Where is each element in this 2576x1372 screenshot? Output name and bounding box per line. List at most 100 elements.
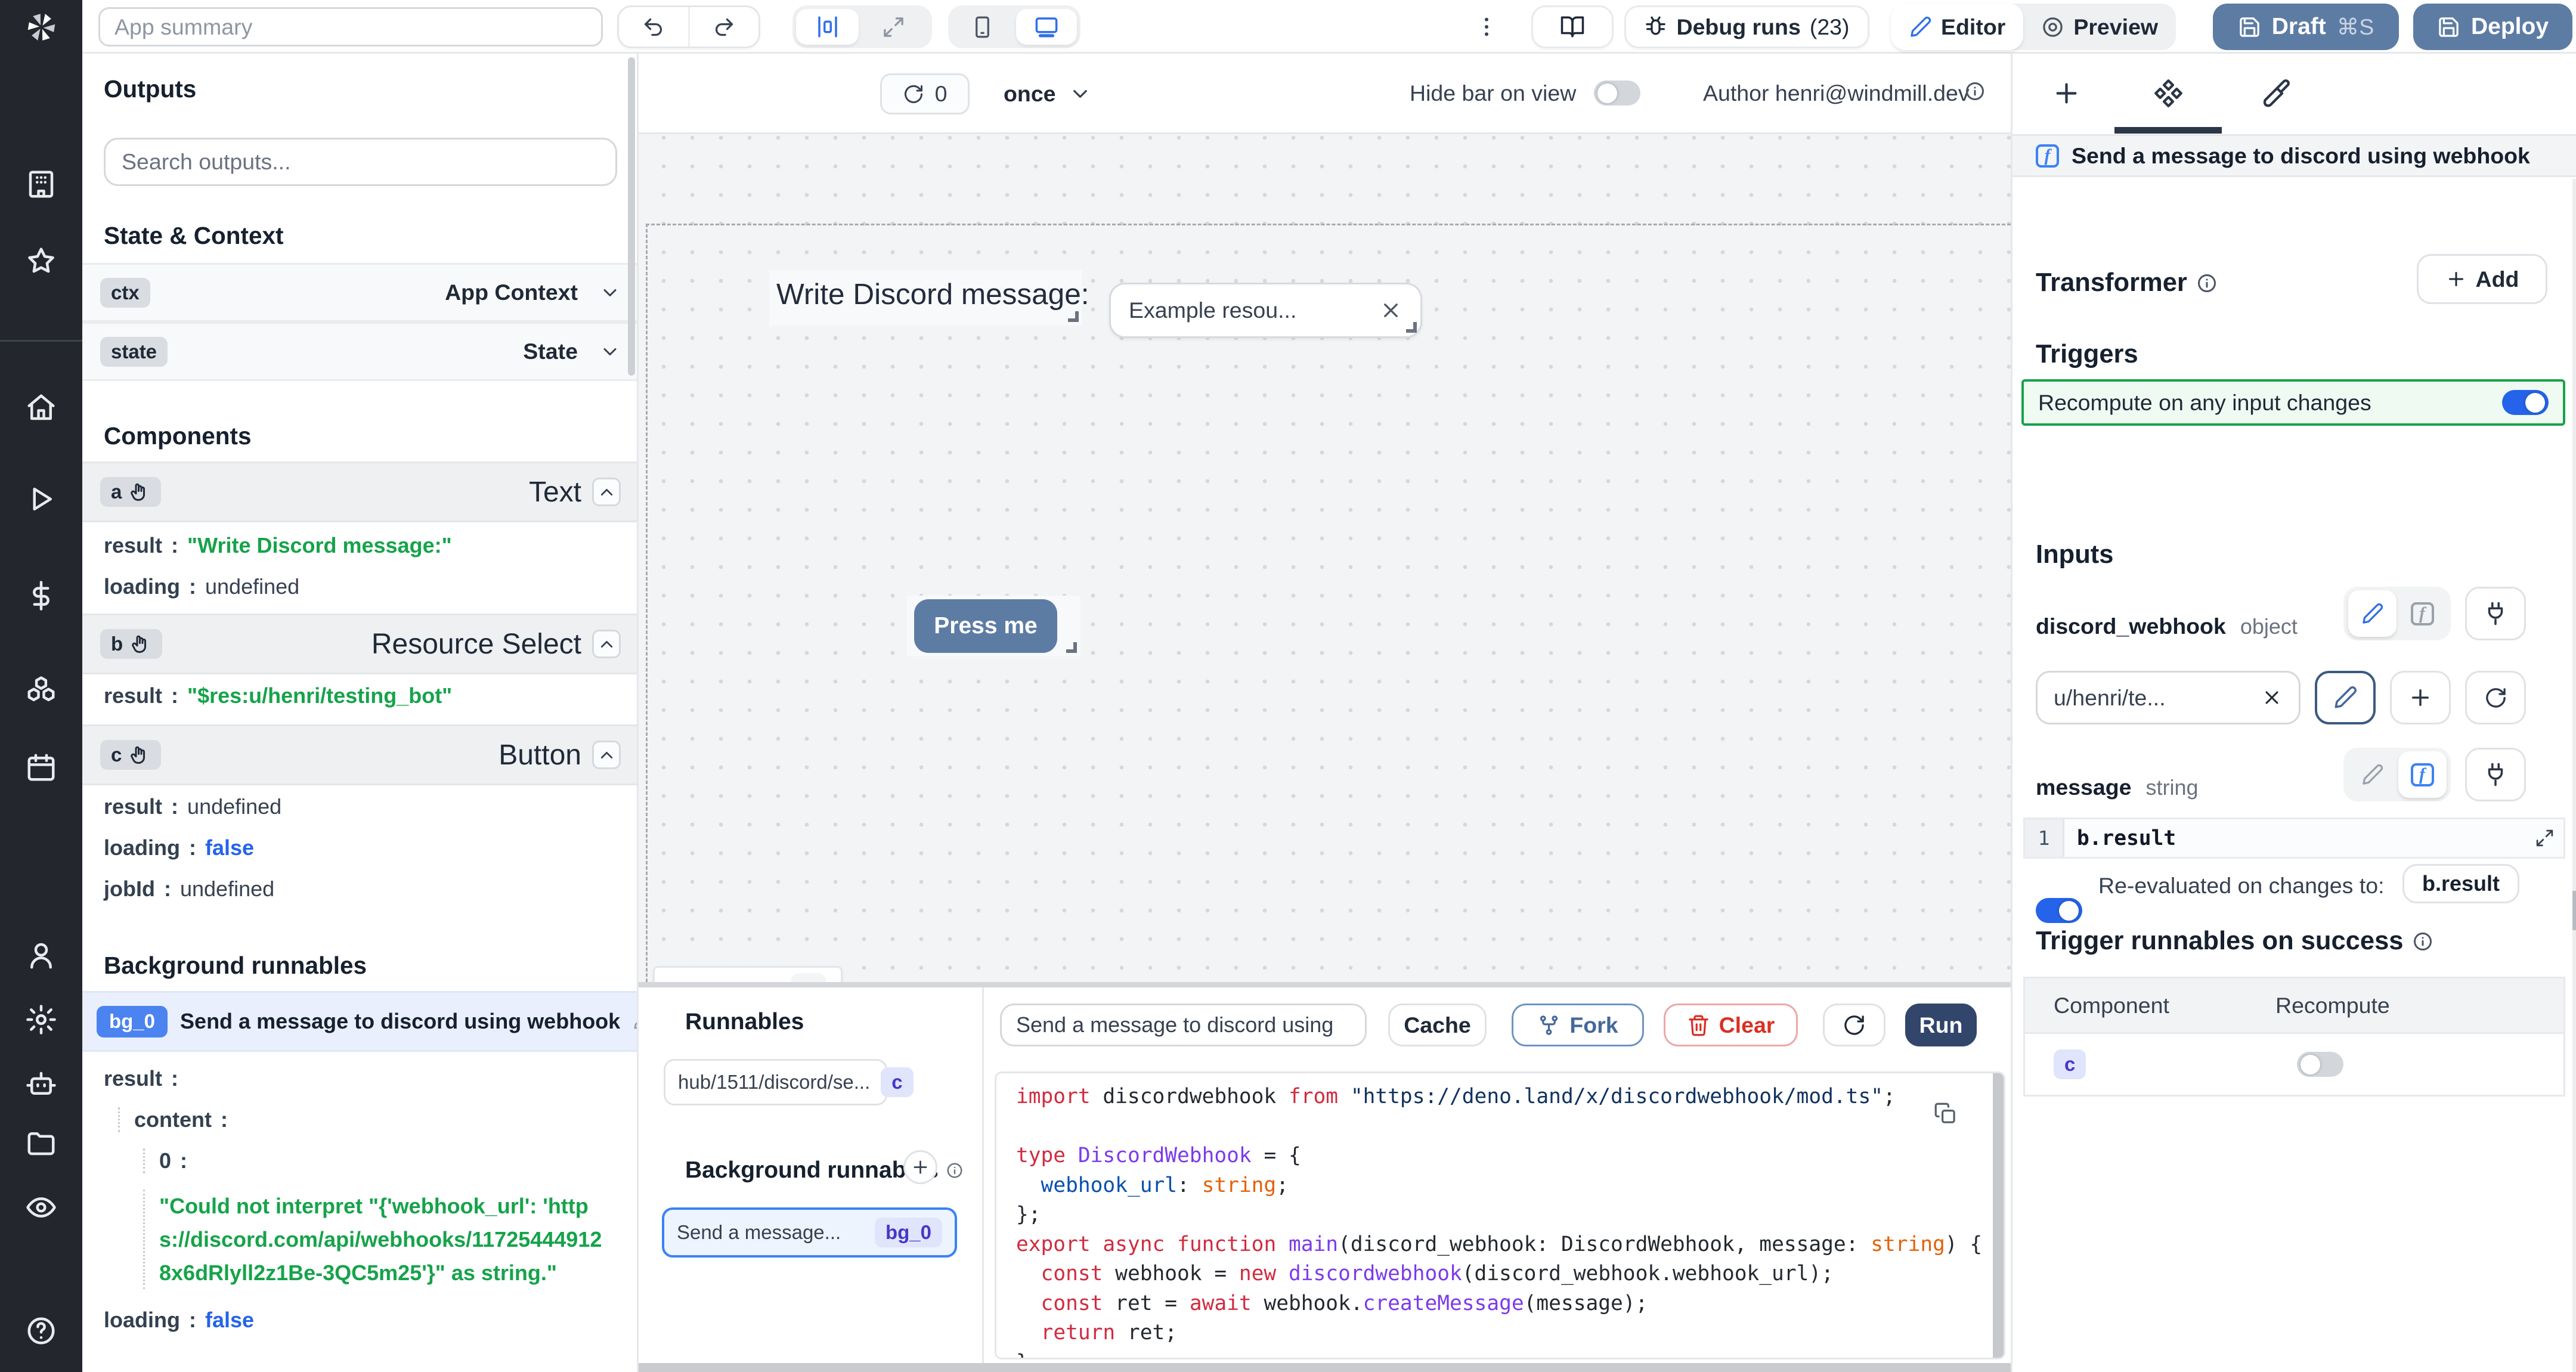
chevron-down-icon[interactable] [599,282,621,303]
copy-code-icon[interactable] [1934,1102,1957,1125]
static-mode-button[interactable] [2348,590,2397,637]
collapse-button[interactable] [592,630,621,658]
frequency-dropdown[interactable]: once [1004,73,1092,114]
output-kv: 0: [143,1148,196,1173]
horizontal-scrollbar[interactable] [639,1363,2011,1372]
press-me-button[interactable]: Press me [914,599,1057,653]
row-recompute-toggle[interactable] [2297,1052,2343,1077]
workspace-icon[interactable] [25,168,57,200]
redo-button[interactable] [690,7,759,47]
expand-editor-icon[interactable] [2535,828,2555,848]
favorites-icon[interactable] [25,245,57,277]
more-menu-icon[interactable] [1474,14,1499,39]
deploy-button[interactable]: Deploy [2413,4,2572,50]
code-line: } [1016,1348,1982,1360]
resize-handle[interactable] [1066,642,1077,653]
info-icon[interactable] [1964,80,1986,102]
code-vertical-scrollbar[interactable] [1993,1073,2004,1358]
docs-button[interactable] [1531,5,1614,48]
state-row[interactable]: state State [82,322,639,381]
dw-resource-select[interactable]: u/henri/te... [2036,671,2301,724]
sidebar-scrollbar[interactable] [628,57,635,376]
collapse-button[interactable] [592,741,621,769]
ctx-row[interactable]: ctx App Context [82,263,639,322]
edit-icon[interactable] [633,1012,639,1030]
cache-button[interactable]: Cache [1388,1004,1487,1046]
undo-button[interactable] [619,7,690,47]
component-a-header[interactable]: a Text [82,462,639,522]
expand-rail-icon[interactable] [25,1368,57,1372]
run-button[interactable]: Run [1905,1004,1977,1046]
runs-icon[interactable] [25,483,57,515]
resources-icon[interactable] [25,674,57,707]
info-icon[interactable] [2196,272,2218,294]
info-icon[interactable] [2412,931,2433,952]
clear-resource-icon[interactable] [2261,687,2283,708]
users-icon[interactable] [25,939,57,971]
msg-connect-button[interactable] [2465,748,2526,801]
hand-pointer-icon [129,744,150,766]
text-component[interactable]: Write Discord message: [769,270,1082,326]
msg-name: message [2036,775,2132,800]
mobile-view-button[interactable] [952,9,1013,45]
panel-scrollbar-track[interactable] [2572,179,2576,1372]
center-layout-button[interactable] [796,9,859,45]
refresh-result-button[interactable] [1823,1004,1885,1046]
collapse-button[interactable] [592,478,621,506]
script-name-input[interactable] [1000,1004,1367,1046]
audit-logs-icon[interactable] [25,1191,57,1224]
reeval-toggle[interactable] [2036,898,2082,923]
chevron-down-icon[interactable] [599,341,621,363]
runnable-item[interactable]: hub/1511/discord/se... c [664,1059,887,1105]
dw-refresh-button[interactable] [2465,671,2526,724]
resize-handle[interactable] [1406,322,1417,333]
resource-select-component[interactable]: Example resou... [1109,283,1422,338]
workers-icon[interactable] [25,1068,57,1100]
canvas-grid[interactable]: Write Discord message: Example resou... … [639,134,2011,987]
app-summary-input[interactable] [98,7,603,47]
home-icon[interactable] [25,392,57,424]
search-outputs-input[interactable] [104,138,617,186]
clear-selection-icon[interactable] [1379,299,1402,322]
fork-button[interactable]: Fork [1512,1004,1644,1046]
tab-preview[interactable]: Preview [2023,4,2176,50]
eval-mode-button[interactable]: f [2398,751,2447,798]
code-editor[interactable]: import discordwebhook from "https://deno… [995,1071,2005,1359]
desktop-view-button[interactable] [1016,9,1077,45]
panel-divider[interactable] [639,982,2011,987]
fullscreen-button[interactable] [862,9,925,45]
component-c-header[interactable]: c Button [82,724,639,785]
msg-expression-editor[interactable]: 1 b.result [2023,817,2565,859]
eval-mode-button[interactable]: f [2398,590,2447,637]
debug-runs-button[interactable]: Debug runs (23) [1624,5,1869,48]
draft-button[interactable]: Draft ⌘S [2213,4,2399,50]
component-b-header[interactable]: b Resource Select [82,614,639,674]
info-icon[interactable] [946,1162,964,1179]
panel-scrollbar-thumb[interactable] [2572,891,2576,930]
bg0-row[interactable]: bg_0 Send a message to discord using web… [82,991,639,1052]
tab-styling-icon[interactable] [2254,72,2297,114]
hide-bar-toggle[interactable] [1594,80,1640,106]
tab-insert-icon[interactable] [2045,72,2088,114]
dw-connect-button[interactable] [2465,587,2526,640]
static-mode-button[interactable] [2348,751,2397,798]
tab-editor[interactable]: Editor [1891,4,2023,50]
windmill-logo[interactable] [0,0,82,54]
recompute-toggle[interactable] [2502,390,2549,415]
add-background-runnable-button[interactable] [903,1150,937,1184]
variables-icon[interactable] [25,580,57,612]
chevron-up-icon [597,634,617,654]
dw-add-resource-button[interactable] [2390,671,2451,724]
bg-runnable-item[interactable]: Send a message... bg_0 [662,1207,957,1258]
clear-button[interactable]: Clear [1664,1004,1798,1046]
refresh-count-button[interactable]: 0 [880,73,970,114]
folders-icon[interactable] [25,1127,57,1159]
schedules-icon[interactable] [25,751,57,783]
resize-handle[interactable] [1068,311,1079,322]
reeval-target-chip[interactable]: b.result [2402,864,2519,903]
tab-settings-icon[interactable] [2147,72,2190,114]
dw-edit-button[interactable] [2315,671,2376,724]
add-transformer-button[interactable]: Add [2417,254,2547,304]
settings-icon[interactable] [25,1004,57,1036]
help-icon[interactable] [25,1315,57,1347]
